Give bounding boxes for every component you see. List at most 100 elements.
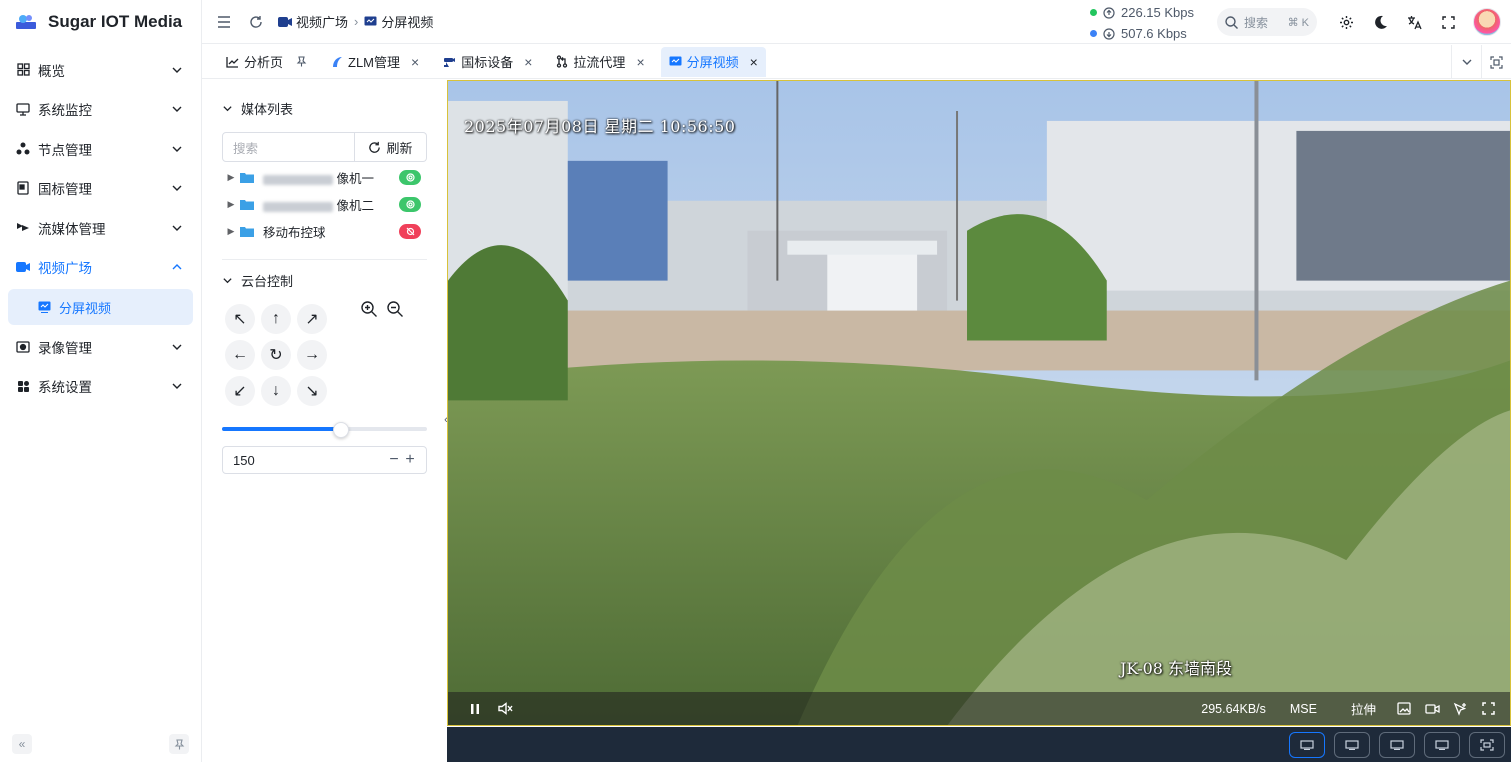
header-actions <box>1330 6 1464 38</box>
tree-node[interactable]: ▶ 像机二 <box>222 191 427 218</box>
pin-icon <box>174 738 184 749</box>
sidebar-item-video-square[interactable]: 视频广场 <box>0 248 201 288</box>
chevron-down-icon <box>1462 59 1471 65</box>
ptz-right-button[interactable]: → <box>297 340 327 370</box>
ptz-up-right-button[interactable]: ↗ <box>297 304 327 334</box>
language-button[interactable] <box>1398 6 1430 38</box>
muted-icon <box>497 702 513 715</box>
tab-pull-proxy[interactable]: 拉流代理 × <box>548 47 652 77</box>
sidebar-item-system-monitor[interactable]: 系统监控 <box>0 90 201 130</box>
sidebar-item-nodes[interactable]: 节点管理 <box>0 129 201 169</box>
close-icon[interactable]: × <box>411 54 419 70</box>
mute-button[interactable] <box>490 692 520 725</box>
close-icon[interactable]: × <box>636 54 644 70</box>
sidebar-item-label: 视频广场 <box>38 261 92 277</box>
maximize-icon <box>1490 55 1503 69</box>
global-search[interactable]: 搜索 ⌘ K <box>1217 8 1317 36</box>
pin-sidebar-button[interactable] <box>169 734 189 754</box>
record-button[interactable] <box>1418 692 1446 725</box>
bitrate-readout: 295.64KB/s <box>1201 701 1266 716</box>
stretch-toggle[interactable]: 拉伸 <box>1351 692 1376 725</box>
breadcrumb-item-video-square[interactable]: 视频广场 <box>278 12 348 31</box>
sidebar-item-streaming[interactable]: 流媒体管理 <box>0 208 201 248</box>
stepper-value[interactable]: 150 <box>233 453 386 468</box>
breadcrumb: 视频广场 › 分屏视频 <box>278 12 433 31</box>
theme-toggle-button[interactable] <box>1364 6 1396 38</box>
layout-fullscreen-button[interactable] <box>1469 731 1505 758</box>
download-icon <box>1103 27 1115 40</box>
sidebar-menu: 概览 系统监控 节点管理 国标管理 流媒体管理 视频广场 分屏视频 录像管理 系… <box>0 50 201 406</box>
tree-node[interactable]: ▶ 像机一 <box>222 164 427 191</box>
video-player[interactable]: 2025年07月08日 星期二 10:56:50 JK-08 东墙南段 295.… <box>447 80 1511 726</box>
user-avatar[interactable] <box>1473 8 1501 36</box>
tab-label: 拉流代理 <box>573 55 626 70</box>
minus-icon[interactable]: − <box>386 451 402 469</box>
pin-icon[interactable] <box>296 56 307 67</box>
sidebar-item-split-screen[interactable]: 分屏视频 <box>8 289 193 325</box>
sidebar-item-system-settings[interactable]: 系统设置 <box>0 367 201 407</box>
caret-right-icon[interactable]: ▶ <box>222 226 240 237</box>
ptz-up-button[interactable]: ↑ <box>261 304 291 334</box>
tab-maximize-button[interactable] <box>1481 45 1511 79</box>
tab-analysis[interactable]: 分析页 <box>218 47 315 77</box>
ptz-down-right-button[interactable]: ↘ <box>297 376 327 406</box>
close-icon[interactable]: × <box>750 54 758 70</box>
fullscreen-button[interactable] <box>1432 6 1464 38</box>
brand[interactable]: Sugar IOT Media <box>0 0 201 44</box>
tab-split-screen[interactable]: 分屏视频 × <box>660 46 766 77</box>
sidebar-item-recordings[interactable]: 录像管理 <box>0 327 201 367</box>
ptz-up-left-button[interactable]: ↖ <box>225 304 255 334</box>
close-icon[interactable]: × <box>524 54 532 70</box>
ptz-down-left-button[interactable]: ↙ <box>225 376 255 406</box>
tab-zlm[interactable]: ZLM管理 × <box>323 47 427 77</box>
ptz-down-button[interactable]: ↓ <box>261 376 291 406</box>
tree-node-label: 像机二 <box>263 195 399 214</box>
layout-4x4-button[interactable] <box>1424 731 1460 758</box>
arrow-down-icon: ↓ <box>272 382 280 399</box>
media-search-placeholder: 搜索 <box>233 141 259 156</box>
media-list-header[interactable]: 媒体列表 <box>222 94 427 122</box>
ptz-speed-slider[interactable] <box>222 422 427 438</box>
cursor-plus-icon <box>1453 702 1467 716</box>
caret-right-icon[interactable]: ▶ <box>222 199 240 210</box>
fullscreen-screen-icon <box>1480 738 1494 751</box>
refresh-icon <box>250 15 262 28</box>
top-header: 视频广场 › 分屏视频 226.15 Kbps 507.6 Kbps 搜索 ⌘ … <box>202 0 1511 44</box>
ptz-reset-button[interactable]: ↻ <box>261 340 291 370</box>
ptz-header[interactable]: 云台控制 <box>222 266 427 294</box>
layout-1x1-button[interactable] <box>1289 731 1325 758</box>
slider-handle[interactable] <box>332 422 349 438</box>
layout-3x3-button[interactable] <box>1379 731 1415 758</box>
ptz-click-button[interactable] <box>1446 692 1474 725</box>
zoom-out-icon[interactable] <box>386 300 404 318</box>
pull-request-icon <box>557 55 568 68</box>
caret-right-icon[interactable]: ▶ <box>222 172 240 183</box>
playback-mode[interactable]: MSE <box>1290 692 1317 725</box>
layout-2x2-button[interactable] <box>1334 731 1370 758</box>
breadcrumb-label: 分屏视频 <box>381 15 434 30</box>
ptz-speed-stepper[interactable]: 150 − + <box>222 446 427 474</box>
tab-gb-devices[interactable]: 国标设备 × <box>435 47 540 77</box>
media-search-input[interactable]: 搜索 <box>222 132 355 162</box>
zoom-in-icon[interactable] <box>360 300 378 318</box>
sidebar-item-gb-management[interactable]: 国标管理 <box>0 169 201 209</box>
sidebar-item-label: 概览 <box>38 63 65 79</box>
pause-button[interactable] <box>460 692 490 725</box>
menu-toggle-button[interactable] <box>208 6 240 38</box>
snapshot-button[interactable] <box>1390 692 1418 725</box>
app-root: Sugar IOT Media 概览 系统监控 节点管理 国标管理 流媒体管理 … <box>0 0 1511 762</box>
ptz-left-button[interactable]: ← <box>225 340 255 370</box>
gear-icon <box>1339 15 1353 29</box>
plus-icon[interactable]: + <box>402 451 418 469</box>
refresh-page-button[interactable] <box>240 6 272 38</box>
double-chevron-left-icon: « <box>18 737 26 751</box>
sidebar-item-overview[interactable]: 概览 <box>0 50 201 90</box>
video-fullscreen-button[interactable] <box>1474 692 1502 725</box>
refresh-button[interactable]: 刷新 <box>355 132 427 162</box>
nodes-icon <box>16 142 30 156</box>
tab-dropdown-button[interactable] <box>1451 45 1481 79</box>
collapse-sidebar-button[interactable]: « <box>12 734 32 754</box>
tree-node[interactable]: ▶ 移动布控球 <box>222 218 427 245</box>
redacted-text <box>263 174 333 185</box>
settings-button[interactable] <box>1330 6 1362 38</box>
